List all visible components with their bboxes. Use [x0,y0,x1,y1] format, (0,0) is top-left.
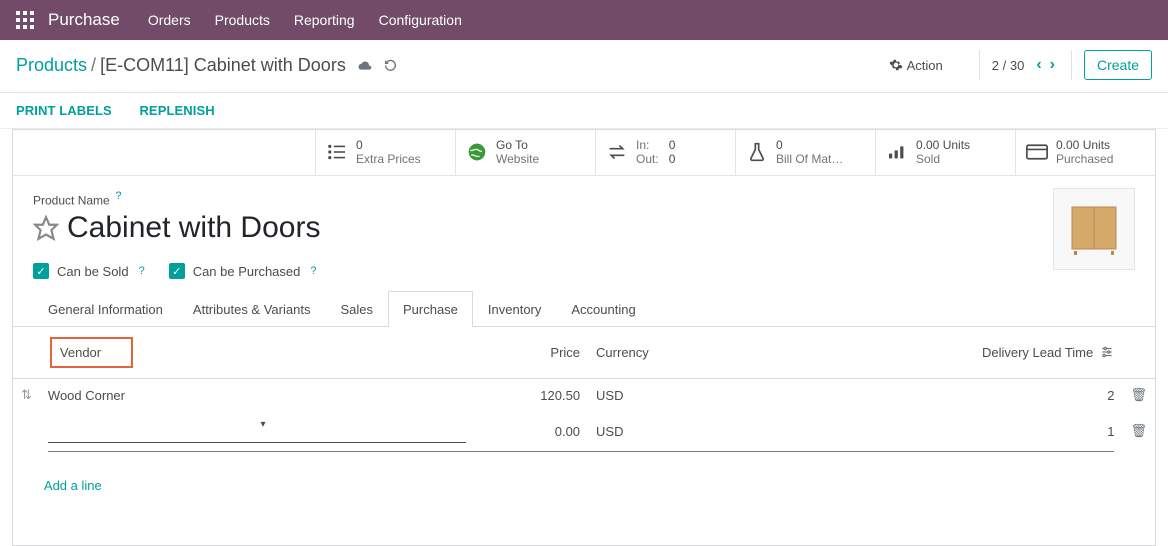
pager-text[interactable]: 2 / 30 [992,58,1025,73]
stat-buttons-row: 0 Extra Prices Go To Website In: Out: [13,130,1155,176]
in-label: In: [636,138,649,152]
stat-label: Purchased [1056,152,1113,166]
stat-label: Extra Prices [356,152,421,166]
out-value: 0 [669,152,676,166]
product-title[interactable]: Cabinet with Doors [67,211,320,245]
table-row-editing[interactable]: ▾ 0.00 USD 1 🗑 [13,411,1155,451]
nav-reporting[interactable]: Reporting [294,12,355,28]
vendor-table: Vendor Price Currency Delivery Lead Time… [13,327,1155,545]
undo-icon[interactable] [384,59,397,72]
columns-settings-icon[interactable] [1100,345,1114,359]
replenish-link[interactable]: REPLENISH [139,103,214,118]
in-value: 0 [669,138,676,152]
form-sheet: 0 Extra Prices Go To Website In: Out: [12,129,1156,546]
help-icon[interactable]: ? [115,190,121,202]
stat-line1: Go To [496,138,539,152]
cell-currency[interactable]: USD [588,379,748,412]
stat-go-to-website[interactable]: Go To Website [455,130,595,175]
help-icon[interactable]: ? [139,265,145,277]
cloud-icon[interactable] [358,59,372,71]
stat-line2: Website [496,152,539,166]
drag-handle-icon[interactable] [13,411,40,451]
tab-accounting[interactable]: Accounting [556,291,650,327]
stat-transfers[interactable]: In: Out: 0 0 [595,130,735,175]
can-be-purchased-check[interactable]: ✓ Can be Purchased ? [169,263,317,279]
cell-currency[interactable]: USD [588,411,748,451]
stat-value: 0.00 Units [916,138,970,152]
card-icon [1026,141,1048,163]
gear-icon [889,58,903,72]
stat-value: 0 [776,138,843,152]
module-name[interactable]: Purchase [48,10,120,30]
stat-sold[interactable]: 0.00 Units Sold [875,130,1015,175]
stat-label: Sold [916,152,970,166]
tab-bar: General Information Attributes & Variant… [13,291,1155,327]
nav-configuration[interactable]: Configuration [379,12,462,28]
column-vendor[interactable]: Vendor [50,337,133,368]
table-row[interactable]: ⇅ Wood Corner 120.50 USD 2 🗑 [13,379,1155,412]
favorite-star-icon[interactable] [33,215,59,241]
stat-extra-prices[interactable]: 0 Extra Prices [315,130,455,175]
list-icon [326,141,348,163]
breadcrumb-separator: / [91,55,96,76]
product-name-label: Product Name [33,193,110,207]
dlt-label: Delivery Lead Time [982,345,1093,360]
transfer-icon [606,141,628,163]
nav-products[interactable]: Products [215,12,270,28]
stat-purchased[interactable]: 0.00 Units Purchased [1015,130,1155,175]
purchase-tab-content: Vendor Price Currency Delivery Lead Time… [13,327,1155,545]
apps-icon[interactable] [16,11,34,29]
action-dropdown[interactable]: Action [889,58,943,73]
action-label: Action [907,58,943,73]
tab-inventory[interactable]: Inventory [473,291,556,327]
divider [979,50,980,80]
column-price[interactable]: Price [474,327,588,379]
delete-row-icon[interactable]: 🗑 [1130,423,1147,438]
top-navbar: Purchase Orders Products Reporting Confi… [0,0,1168,40]
check-label: Can be Purchased [193,264,301,279]
vendor-input[interactable] [48,419,466,443]
tab-attributes-variants[interactable]: Attributes & Variants [178,291,326,327]
product-image[interactable] [1053,188,1135,270]
can-be-sold-check[interactable]: ✓ Can be Sold ? [33,263,145,279]
help-icon[interactable]: ? [310,265,316,277]
add-line-link[interactable]: Add a line [44,468,1147,503]
check-label: Can be Sold [57,264,129,279]
checkbox-checked-icon: ✓ [33,263,49,279]
out-label: Out: [636,152,659,166]
pager-next[interactable]: › [1046,52,1059,78]
stat-bill-of-materials[interactable]: 0 Bill Of Mat… [735,130,875,175]
product-header: Product Name ? Cabinet with Doors ✓ Can … [13,176,1155,289]
flask-icon [746,141,768,163]
breadcrumb-current: [E-COM11] Cabinet with Doors [100,55,346,76]
tab-sales[interactable]: Sales [325,291,388,327]
nav-orders[interactable]: Orders [148,12,191,28]
globe-icon [466,141,488,163]
cell-price[interactable]: 0.00 [474,411,588,451]
print-labels-link[interactable]: PRINT LABELS [16,103,112,118]
column-delivery-lead-time[interactable]: Delivery Lead Time [748,327,1123,379]
pager-prev[interactable]: ‹ [1032,52,1045,78]
stat-value: 0 [356,138,421,152]
tab-general-information[interactable]: General Information [33,291,178,327]
delete-row-icon[interactable]: 🗑 [1130,387,1147,402]
cell-vendor-input[interactable]: ▾ [40,411,474,451]
drag-handle-icon[interactable]: ⇅ [13,379,40,412]
stat-label: Bill Of Mat… [776,152,843,166]
breadcrumb-products[interactable]: Products [16,55,87,76]
cell-delivery-lead-time[interactable]: 2 [748,379,1123,412]
cell-vendor[interactable]: Wood Corner [40,379,474,412]
cell-delivery-lead-time[interactable]: 1 [748,411,1123,451]
tab-purchase[interactable]: Purchase [388,291,473,327]
bars-icon [886,141,908,163]
checkbox-checked-icon: ✓ [169,263,185,279]
actions-bar: PRINT LABELS REPLENISH [0,93,1168,129]
column-currency[interactable]: Currency [588,327,748,379]
stat-value: 0.00 Units [1056,138,1113,152]
breadcrumb-bar: Products / [E-COM11] Cabinet with Doors … [0,40,1168,93]
create-button[interactable]: Create [1084,50,1152,80]
divider [1071,50,1072,80]
cell-price[interactable]: 120.50 [474,379,588,412]
